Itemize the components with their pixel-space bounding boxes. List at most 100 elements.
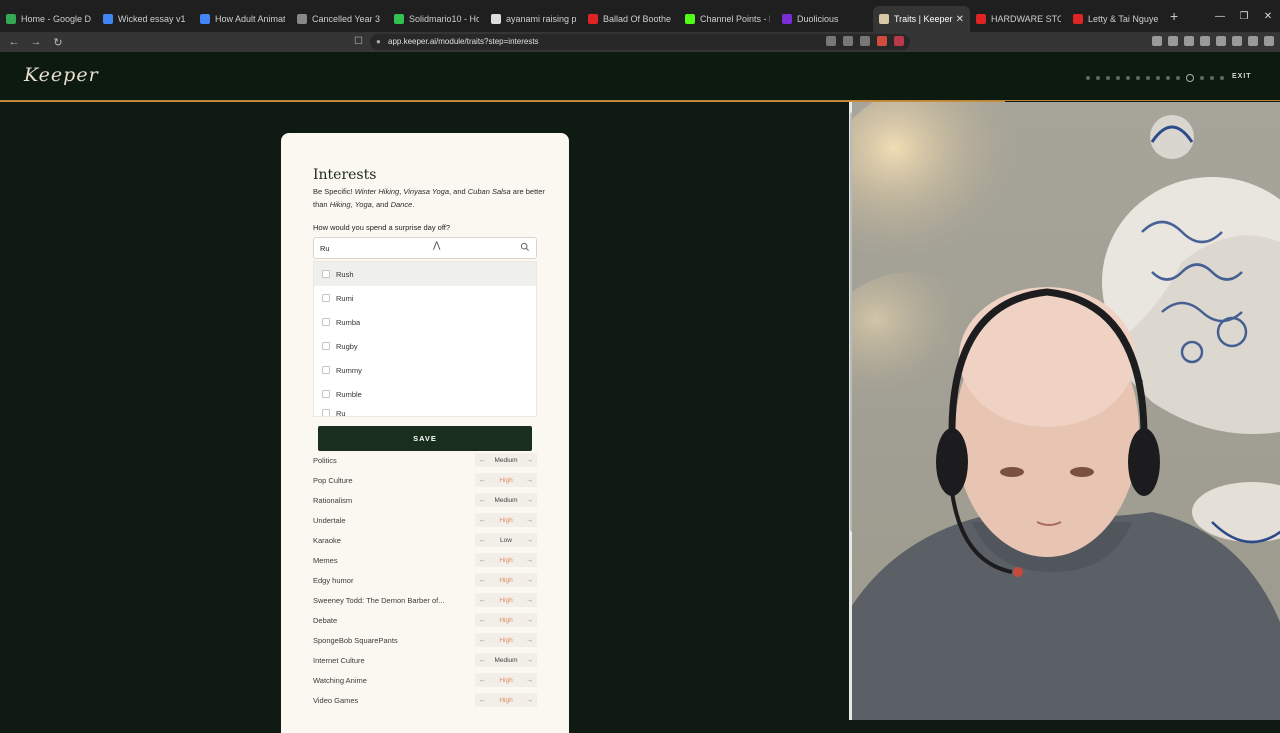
decrease-arrow-icon[interactable]: ←	[479, 537, 486, 544]
decrease-arrow-icon[interactable]: ←	[479, 577, 486, 584]
interest-row: Memes ← High →	[313, 550, 537, 570]
increase-arrow-icon[interactable]: →	[526, 617, 533, 624]
increase-arrow-icon[interactable]: →	[526, 457, 533, 464]
increase-arrow-icon[interactable]: →	[526, 497, 533, 504]
restore-icon[interactable]: ❐	[1232, 11, 1256, 22]
keeper-logo[interactable]: Keeper	[24, 64, 99, 86]
step-dot	[1176, 76, 1180, 80]
browser-tab[interactable]: Home - Google Drive	[0, 6, 97, 32]
new-tab-icon[interactable]: +	[1170, 8, 1178, 24]
option-checkbox[interactable]	[322, 366, 330, 374]
exit-button[interactable]: EXIT	[1232, 73, 1252, 80]
decrease-arrow-icon[interactable]: ←	[479, 457, 486, 464]
option-checkbox[interactable]	[322, 294, 330, 302]
browser-tab[interactable]: ayanami raising project en	[485, 6, 582, 32]
decrease-arrow-icon[interactable]: ←	[479, 497, 486, 504]
increase-arrow-icon[interactable]: →	[526, 517, 533, 524]
extension-icon[interactable]	[877, 36, 887, 46]
suggestion-option[interactable]: Rush	[314, 262, 536, 286]
decrease-arrow-icon[interactable]: ←	[479, 557, 486, 564]
url-text: app.keeper.ai/module/traits?step=interes…	[388, 37, 539, 46]
browser-tab[interactable]: Solidmario10 - Hobbyist, D	[388, 6, 485, 32]
level-stepper: ← High →	[475, 513, 537, 527]
step-dot	[1086, 76, 1090, 80]
tab-favicon-icon	[200, 14, 210, 24]
option-checkbox[interactable]	[322, 409, 330, 416]
toolbar-icon[interactable]	[1168, 36, 1178, 46]
back-icon[interactable]: ←	[6, 36, 22, 48]
level-stepper: ← High →	[475, 633, 537, 647]
browser-tab[interactable]: Letty & Tai Nguyen - Hate	[1067, 6, 1164, 32]
interest-list: Politics ← Medium → Pop Culture ← High → Rationa…	[313, 450, 537, 710]
increase-arrow-icon[interactable]: →	[526, 477, 533, 484]
address-bar-row: ← → ↻ ☐ ● app.keeper.ai/module/traits?st…	[0, 32, 1280, 52]
interest-row: Edgy humor ← High →	[313, 570, 537, 590]
suggestion-option[interactable]: Rummy	[314, 358, 536, 382]
level-stepper: ← Medium →	[475, 453, 537, 467]
menu-icon[interactable]	[1264, 36, 1274, 46]
browser-tab[interactable]: HARDWARE STORE - "Weir	[970, 6, 1067, 32]
step-dot	[1096, 76, 1100, 80]
interest-name: Memes	[313, 555, 338, 565]
toolbar-icon[interactable]	[1248, 36, 1258, 46]
increase-arrow-icon[interactable]: →	[526, 677, 533, 684]
decorative-image	[852, 102, 1280, 720]
increase-arrow-icon[interactable]: →	[526, 557, 533, 564]
increase-arrow-icon[interactable]: →	[526, 657, 533, 664]
suggestion-option[interactable]: Rugby	[314, 334, 536, 358]
extension-icon[interactable]	[894, 36, 904, 46]
suggestion-option[interactable]: Rumi	[314, 286, 536, 310]
browser-tab[interactable]: Duolicious	[776, 6, 873, 32]
extension-icon[interactable]	[843, 36, 853, 46]
extension-icon[interactable]	[826, 36, 836, 46]
suggestion-option[interactable]: Rumble	[314, 382, 536, 406]
suggestion-option[interactable]: Rumba	[314, 310, 536, 334]
browser-tab[interactable]: Traits | Keeper ✕	[873, 6, 970, 32]
site-info-icon[interactable]: ●	[376, 34, 381, 50]
increase-arrow-icon[interactable]: →	[526, 597, 533, 604]
level-value: High	[499, 696, 513, 704]
increase-arrow-icon[interactable]: →	[526, 697, 533, 704]
browser-tab[interactable]: Ballad Of Boothe (Karaoke	[582, 6, 679, 32]
toolbar-icon[interactable]	[1152, 36, 1162, 46]
decrease-arrow-icon[interactable]: ←	[479, 677, 486, 684]
decrease-arrow-icon[interactable]: ←	[479, 517, 486, 524]
level-value: High	[499, 516, 513, 524]
option-checkbox[interactable]	[322, 270, 330, 278]
bookmark-icon[interactable]: ☐	[354, 36, 363, 47]
interest-name: Pop Culture	[313, 475, 353, 485]
browser-tab[interactable]: How Adult Animation Can	[194, 6, 291, 32]
decrease-arrow-icon[interactable]: ←	[479, 477, 486, 484]
toolbar-icon[interactable]	[1216, 36, 1226, 46]
option-label: Rumble	[336, 389, 362, 399]
browser-tab[interactable]: Wicked essay v1 - Google D	[97, 6, 194, 32]
close-window-icon[interactable]: ✕	[1256, 11, 1280, 22]
toolbar-icon[interactable]	[1200, 36, 1210, 46]
increase-arrow-icon[interactable]: →	[526, 637, 533, 644]
close-tab-icon[interactable]: ✕	[956, 14, 964, 25]
reload-icon[interactable]: ↻	[50, 36, 66, 49]
browser-tab[interactable]: Channel Points - Kick Dash	[679, 6, 776, 32]
option-checkbox[interactable]	[322, 318, 330, 326]
interest-name: Rationalism	[313, 495, 353, 505]
toolbar-icon[interactable]	[1184, 36, 1194, 46]
decrease-arrow-icon[interactable]: ←	[479, 697, 486, 704]
toolbar-icon[interactable]	[1232, 36, 1242, 46]
decrease-arrow-icon[interactable]: ←	[479, 637, 486, 644]
minimize-icon[interactable]: —	[1208, 11, 1232, 22]
decrease-arrow-icon[interactable]: ←	[479, 597, 486, 604]
search-input[interactable]: Ru	[313, 237, 537, 259]
save-button[interactable]: SAVE	[318, 426, 532, 451]
desc-example: Hiking	[329, 199, 351, 209]
decrease-arrow-icon[interactable]: ←	[479, 657, 486, 664]
option-checkbox[interactable]	[322, 342, 330, 350]
extension-icon[interactable]	[860, 36, 870, 46]
suggestion-option[interactable]: Ru	[314, 406, 536, 416]
decrease-arrow-icon[interactable]: ←	[479, 617, 486, 624]
option-checkbox[interactable]	[322, 390, 330, 398]
increase-arrow-icon[interactable]: →	[526, 537, 533, 544]
browser-tab[interactable]: Cancelled Year 3 Franchises	[291, 6, 388, 32]
step-dot	[1210, 76, 1214, 80]
increase-arrow-icon[interactable]: →	[526, 577, 533, 584]
forward-icon[interactable]: →	[28, 36, 44, 48]
